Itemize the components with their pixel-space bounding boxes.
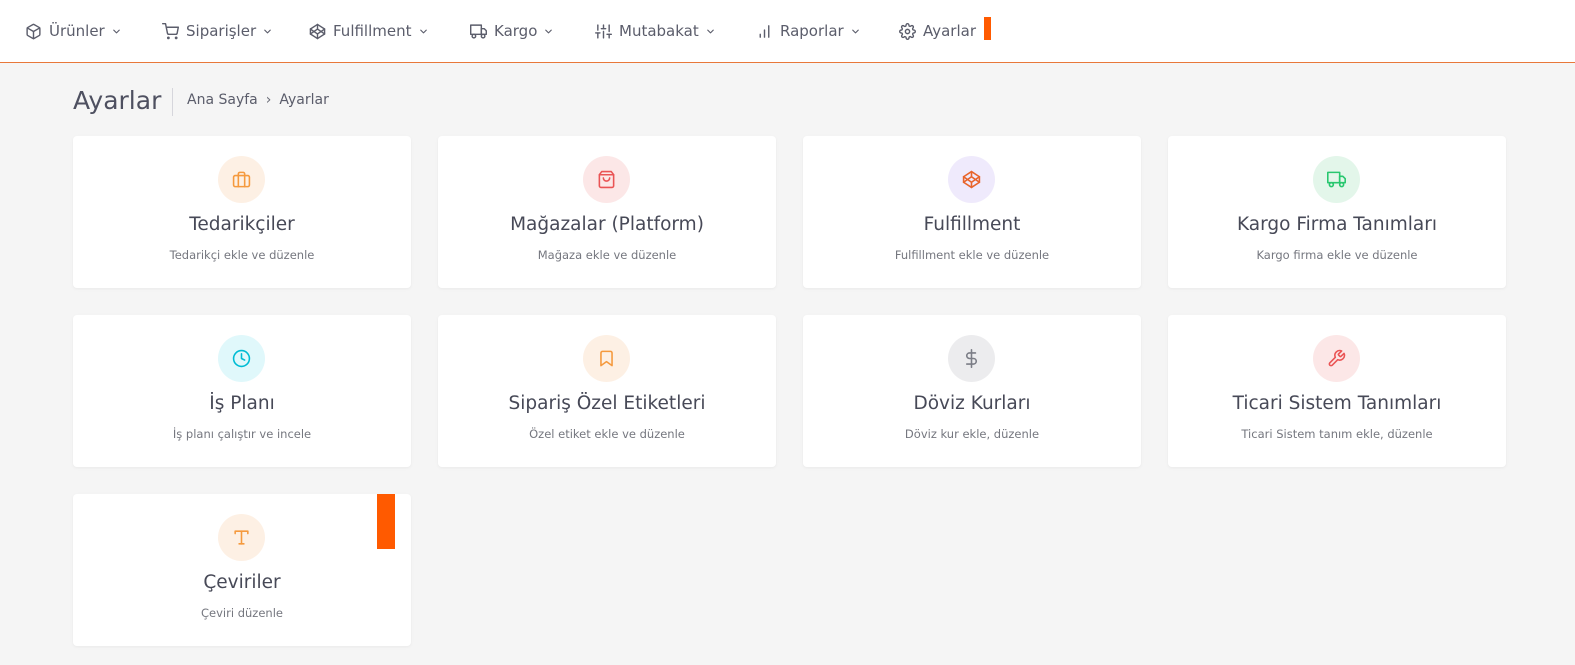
- active-indicator: [984, 17, 991, 40]
- card-siparis-etiketleri[interactable]: Sipariş Özel Etiketleri Özel etiket ekle…: [438, 315, 776, 467]
- briefcase-icon: [232, 171, 251, 188]
- icon-circle: [1313, 335, 1360, 382]
- card-magazalar[interactable]: Mağazalar (Platform) Mağaza ekle ve düze…: [438, 136, 776, 288]
- icon-circle: [218, 335, 265, 382]
- card-fulfillment[interactable]: Fulfillment Fulfillment ekle ve düzenle: [803, 136, 1141, 288]
- icon-circle: [948, 156, 995, 203]
- card-title: Döviz Kurları: [913, 393, 1031, 414]
- nav-item-kargo[interactable]: Kargo: [470, 0, 554, 62]
- card-is-plani[interactable]: İş Planı İş planı çalıştır ve incele: [73, 315, 411, 467]
- chevron-down-icon: [706, 29, 714, 33]
- icon-circle: [1313, 156, 1360, 203]
- card-title: İş Planı: [209, 393, 275, 414]
- nav-item-siparisler[interactable]: Siparişler: [162, 0, 273, 62]
- page-title: Ayarlar: [73, 86, 162, 115]
- chevron-down-icon: [112, 29, 120, 33]
- truck-icon: [1327, 171, 1346, 188]
- bookmark-icon: [600, 350, 613, 367]
- nav-item-label: Fulfillment: [333, 22, 412, 40]
- cart-icon: [162, 22, 179, 39]
- codepen-icon: [309, 23, 326, 39]
- nav-item-urunler[interactable]: Ürünler: [25, 0, 122, 62]
- icon-circle: [583, 156, 630, 203]
- chevron-down-icon: [419, 29, 427, 33]
- truck-icon: [470, 23, 487, 39]
- card-title: Ticari Sistem Tanımları: [1232, 393, 1442, 414]
- breadcrumb-home-link[interactable]: Ana Sayfa: [187, 92, 258, 108]
- bar-chart-icon: [759, 24, 770, 38]
- type-icon: [234, 530, 249, 545]
- card-subtitle: Mağaza ekle ve düzenle: [537, 248, 677, 262]
- breadcrumb: Ana Sayfa › Ayarlar: [187, 92, 329, 108]
- breadcrumb-separator: ›: [265, 92, 272, 108]
- nav-item-label: Mutabakat: [619, 22, 699, 40]
- nav-item-mutabakat[interactable]: Mutabakat: [595, 0, 716, 62]
- sliders-icon: [595, 23, 612, 39]
- nav-item-raporlar[interactable]: Raporlar: [756, 0, 861, 62]
- card-title: Çeviriler: [203, 572, 281, 593]
- icon-circle: [948, 335, 995, 382]
- top-navigation: Ürünler Siparişler Fulfillment Kargo Mut…: [0, 0, 1575, 63]
- card-ceviriler[interactable]: Çeviriler Çeviri düzenle: [73, 494, 411, 646]
- card-subtitle: Ticari Sistem tanım ekle, düzenle: [1241, 427, 1433, 441]
- nav-item-fulfillment[interactable]: Fulfillment: [309, 0, 429, 62]
- icon-circle: [218, 156, 265, 203]
- wrench-icon: [1328, 349, 1346, 367]
- title-divider: [172, 88, 173, 116]
- card-title: Sipariş Özel Etiketleri: [508, 393, 706, 414]
- breadcrumb-current: Ayarlar: [279, 92, 329, 108]
- chevron-down-icon: [851, 29, 859, 33]
- shopping-bag-icon: [598, 170, 615, 189]
- card-title: Kargo Firma Tanımları: [1236, 214, 1437, 235]
- card-title: Mağazalar (Platform): [510, 214, 704, 235]
- card-title: Fulfillment: [923, 214, 1021, 235]
- nav-item-label: Ürünler: [49, 22, 105, 40]
- box-icon: [26, 23, 41, 39]
- card-subtitle: Tedarikçi ekle ve düzenle: [169, 248, 315, 262]
- codepen-icon: [962, 170, 981, 189]
- card-kargo-firma[interactable]: Kargo Firma Tanımları Kargo firma ekle v…: [1168, 136, 1506, 288]
- chevron-down-icon: [545, 29, 553, 33]
- card-subtitle: Çeviri düzenle: [201, 606, 283, 620]
- nav-item-label: Ayarlar: [923, 22, 977, 40]
- nav-item-ayarlar[interactable]: Ayarlar: [899, 0, 976, 62]
- gear-icon: [899, 22, 916, 40]
- clock-icon: [232, 349, 251, 368]
- card-subtitle: Fulfillment ekle ve düzenle: [894, 248, 1050, 262]
- card-flag: [377, 494, 395, 549]
- nav-item-label: Siparişler: [186, 22, 257, 40]
- nav-item-label: Raporlar: [780, 22, 844, 40]
- icon-circle: [583, 335, 630, 382]
- card-subtitle: İş planı çalıştır ve incele: [172, 427, 312, 441]
- card-ticari-sistem[interactable]: Ticari Sistem Tanımları Ticari Sistem ta…: [1168, 315, 1506, 467]
- dollar-icon: [965, 349, 977, 368]
- nav-item-label: Kargo: [494, 22, 538, 40]
- icon-circle: [218, 514, 265, 561]
- card-subtitle: Özel etiket ekle ve düzenle: [529, 427, 685, 441]
- card-subtitle: Kargo firma ekle ve düzenle: [1256, 248, 1418, 262]
- card-subtitle: Döviz kur ekle, düzenle: [904, 427, 1040, 441]
- card-tedarikciler[interactable]: Tedarikçiler Tedarikçi ekle ve düzenle: [73, 136, 411, 288]
- chevron-down-icon: [264, 29, 271, 33]
- card-title: Tedarikçiler: [189, 214, 295, 235]
- card-doviz-kurlari[interactable]: Döviz Kurları Döviz kur ekle, düzenle: [803, 315, 1141, 467]
